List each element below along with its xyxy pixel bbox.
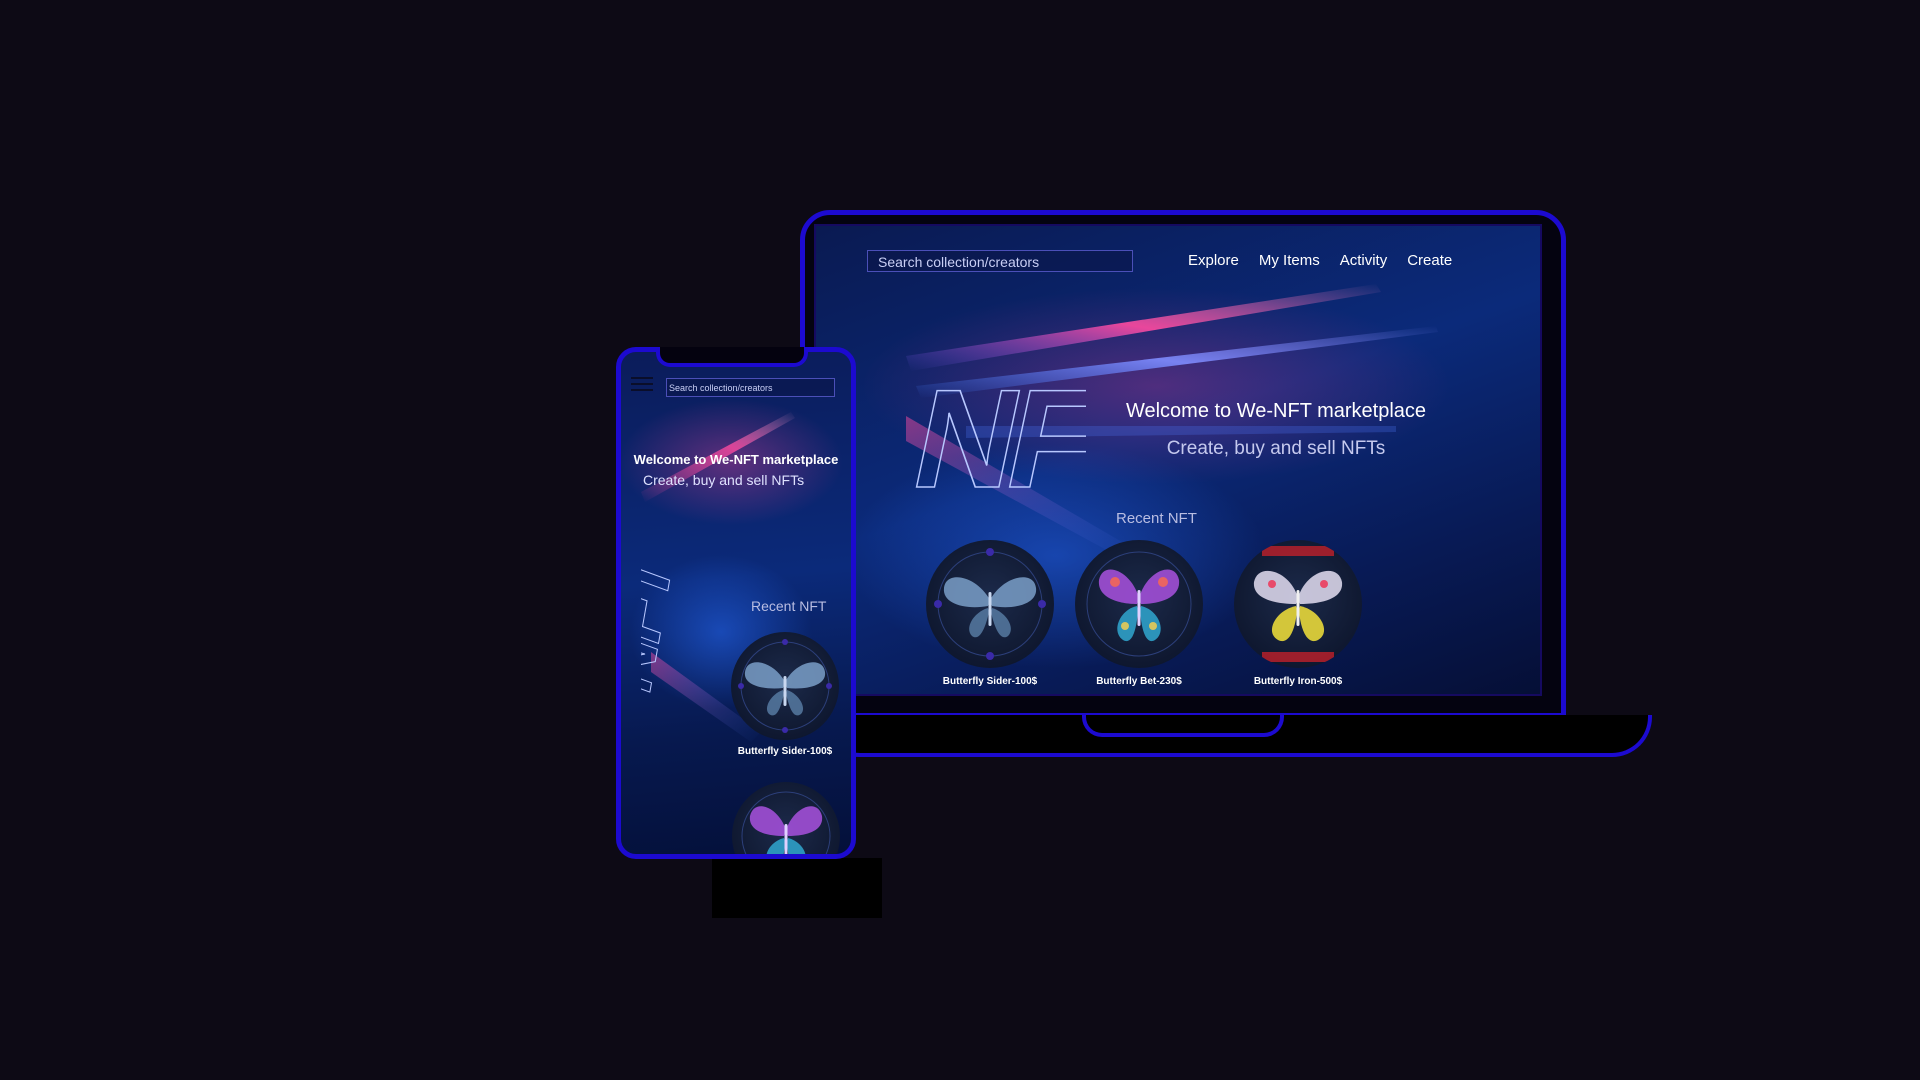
- hamburger-menu-icon[interactable]: [631, 377, 653, 395]
- nav-activity[interactable]: Activity: [1340, 250, 1388, 272]
- nft-card-bet[interactable]: Butterfly Bet-230$: [1069, 540, 1209, 687]
- phone-frame: NFT Search collection/creators Welcome t…: [616, 347, 856, 859]
- hero-title: Welcome to We-NFT marketplace: [1125, 400, 1427, 422]
- nft-card-sider[interactable]: Butterfly Sider-100$: [920, 540, 1060, 687]
- nav-create[interactable]: Create: [1407, 250, 1452, 272]
- phone-notch: [656, 347, 808, 367]
- nft-caption: Butterfly Sider-100$: [737, 746, 833, 757]
- nft-caption: Butterfly Sider-100$: [942, 676, 1038, 687]
- top-nav: Explore My Items Activity Create: [1188, 250, 1472, 272]
- laptop-screen: NFT Search collection/creators Explore M…: [814, 224, 1542, 696]
- nft-card-sider[interactable]: Butterfly Sider-100$: [727, 632, 843, 757]
- nft-card-iron[interactable]: Butterfly Iron-500$: [1218, 540, 1378, 687]
- hero-subtitle: Create, buy and sell NFTs: [643, 472, 805, 488]
- hero-subtitle: Create, buy and sell NFTs: [1166, 438, 1386, 459]
- phone-shadow-block: [712, 858, 882, 918]
- svg-text:NFT: NFT: [641, 540, 688, 697]
- nft-logo: NFT: [641, 507, 721, 697]
- search-input[interactable]: Search collection/creators: [666, 378, 835, 397]
- nft-caption: Butterfly Iron-500$: [1253, 676, 1343, 687]
- nav-my-items[interactable]: My Items: [1259, 250, 1320, 272]
- nft-card-bet[interactable]: [732, 782, 840, 854]
- nft-logo: NFT: [906, 361, 1086, 501]
- laptop-trackpad-notch: [1082, 715, 1284, 737]
- nft-caption: Butterfly Bet-230$: [1096, 676, 1182, 687]
- hero-title: Welcome to We-NFT marketplace: [633, 452, 839, 467]
- svg-text:NFT: NFT: [906, 361, 1086, 501]
- butterfly-rainbow-icon: [1075, 540, 1203, 668]
- search-input[interactable]: Search collection/creators: [867, 250, 1133, 272]
- butterfly-blue-icon: [926, 540, 1054, 668]
- butterfly-rainbow-icon: [732, 782, 840, 854]
- butterfly-yellow-icon: [1234, 540, 1362, 668]
- butterfly-blue-icon: [731, 632, 839, 740]
- recent-nft-heading: Recent NFT: [751, 598, 827, 614]
- nav-explore[interactable]: Explore: [1188, 250, 1239, 272]
- recent-nft-heading: Recent NFT: [1116, 510, 1197, 527]
